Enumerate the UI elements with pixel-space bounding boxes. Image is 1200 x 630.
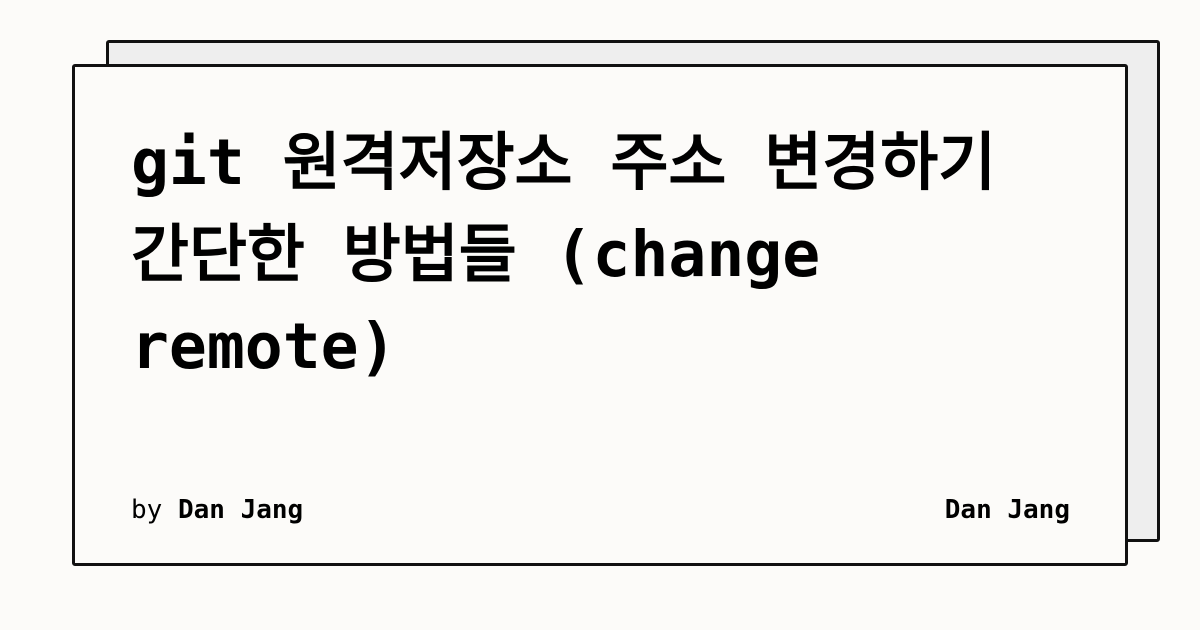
byline: by Dan Jang: [131, 493, 303, 527]
byline-prefix: by: [131, 495, 163, 525]
author-name: Dan Jang: [177, 495, 304, 525]
social-card: git 원격저장소 주소 변경하기 간단한 방법들 (change remote…: [72, 64, 1128, 566]
site-name: Dan Jang: [944, 495, 1070, 525]
post-title: git 원격저장소 주소 변경하기 간단한 방법들 (change remote…: [131, 126, 997, 383]
